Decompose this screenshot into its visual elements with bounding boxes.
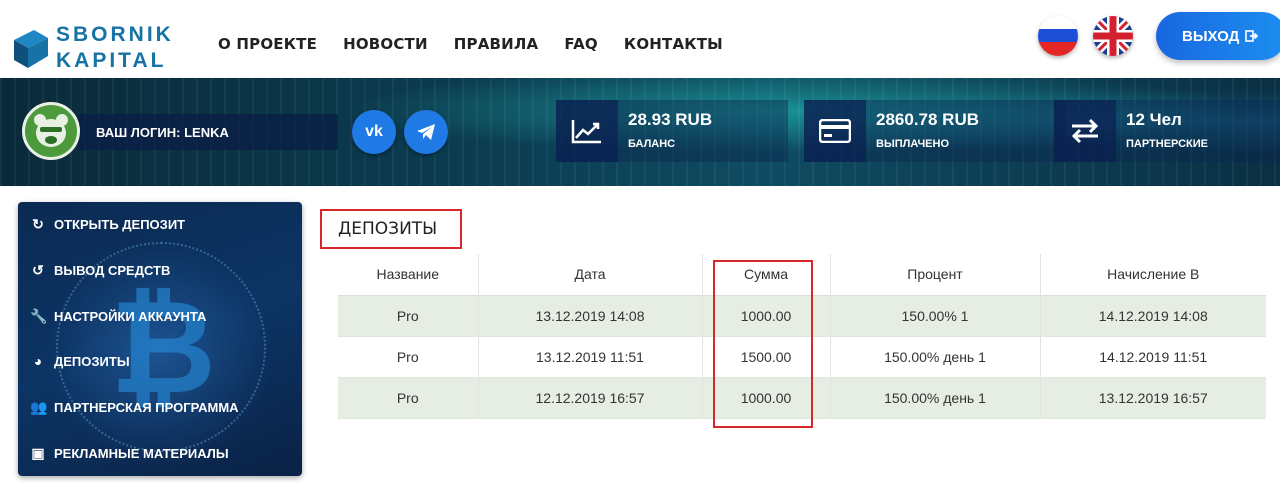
sidebar-item-open-deposit[interactable]: ↻ ОТКРЫТЬ ДЕПОЗИТ (30, 216, 185, 233)
sidebar-item-partner-program[interactable]: 👥 ПАРТНЕРСКАЯ ПРОГРАММА (30, 399, 239, 416)
russia-flag-icon[interactable] (1038, 16, 1078, 56)
cell-date: 13.12.2019 11:51 (478, 336, 703, 377)
paid-label: ВЫПЛАЧЕНО (876, 138, 950, 150)
users-icon: 👥 (30, 399, 48, 415)
wrench-icon: 🔧 (30, 308, 48, 324)
sidebar-item-label: ДЕПОЗИТЫ (54, 353, 130, 369)
chart-line-icon (556, 100, 618, 162)
sidebar-item-label: ОТКРЫТЬ ДЕПОЗИТ (54, 217, 186, 232)
page-title: ДЕПОЗИТЫ (320, 209, 462, 249)
telegram-icon (417, 124, 435, 140)
logo-mark-icon (14, 30, 48, 68)
main-nav: О ПРОЕКТЕ НОВОСТИ ПРАВИЛА FAQ КОНТАКТЫ (218, 35, 749, 53)
cell-amount: 1000.00 (702, 295, 831, 336)
bitcoin-icon: ₿ (110, 271, 216, 423)
nav-rules[interactable]: ПРАВИЛА (454, 35, 539, 53)
logo-text-line2: KAPITAL (56, 49, 167, 72)
cell-percent: 150.00% день 1 (830, 336, 1041, 377)
table-row: Pro 13.12.2019 14:08 1000.00 150.00% 1 1… (338, 295, 1266, 336)
cell-accrual: 13.12.2019 16:57 (1098, 389, 1208, 406)
sidebar-item-label: ПАРТНЕРСКАЯ ПРОГРАММА (54, 400, 239, 415)
sidebar-item-promo-materials[interactable]: ▣ РЕКЛАМНЫЕ МАТЕРИАЛЫ (30, 445, 229, 462)
sidebar-item-label: ВЫВОД СРЕДСТВ (54, 263, 171, 278)
undo-icon: ↺ (32, 262, 44, 278)
partners-stat: 12 Чел ПАРТНЕРСКИЕ (1054, 100, 1280, 162)
site-header: SBORNIK KAPITAL О ПРОЕКТЕ НОВОСТИ ПРАВИЛ… (0, 0, 1280, 78)
balance-stat: 28.93 RUB БАЛАНС (556, 100, 788, 162)
cell-accrual: 14.12.2019 14:08 (1098, 307, 1208, 324)
logout-button[interactable]: ВЫХОД (1156, 12, 1280, 60)
vk-link[interactable]: vk (352, 110, 396, 154)
sidebar-item-label: НАСТРОЙКИ АККАУНТА (54, 309, 207, 324)
sidebar-item-withdraw[interactable]: ↺ ВЫВОД СРЕДСТВ (30, 262, 170, 279)
telegram-link[interactable] (404, 110, 448, 154)
vk-icon: vk (365, 123, 383, 140)
login-text: ВАШ ЛОГИН: LENKA (96, 124, 229, 140)
paid-value: 2860.78 RUB (876, 110, 980, 129)
bear-avatar-icon[interactable] (22, 102, 80, 160)
sidebar-item-deposits[interactable]: ◕ ДЕПОЗИТЫ (30, 353, 130, 369)
balance-label: БАЛАНС (628, 138, 676, 150)
sign-out-icon (1245, 30, 1259, 42)
cell-name: Pro (338, 377, 479, 418)
account-sidebar: ₿ ↻ ОТКРЫТЬ ДЕПОЗИТ ↺ ВЫВОД СРЕДСТВ 🔧 НА… (18, 202, 302, 476)
table-row: Pro 12.12.2019 16:57 1000.00 150.00% ден… (338, 377, 1266, 418)
image-icon: ▣ (31, 445, 45, 461)
column-header-amount: Сумма (702, 254, 831, 295)
sidebar-item-label: РЕКЛАМНЫЕ МАТЕРИАЛЫ (54, 446, 229, 461)
nav-about[interactable]: О ПРОЕКТЕ (218, 35, 317, 53)
pie-chart-icon: ◕ (33, 353, 43, 369)
paid-stat: 2860.78 RUB ВЫПЛАЧЕНО (804, 100, 1066, 162)
site-logo[interactable]: SBORNIK KAPITAL (14, 22, 184, 74)
account-banner: ВАШ ЛОГИН: LENKA vk 28.93 RUB БАЛАНС 286… (0, 78, 1280, 186)
cell-amount: 1000.00 (702, 377, 831, 418)
table-row: Pro 13.12.2019 11:51 1500.00 150.00% ден… (338, 336, 1266, 377)
cell-accrual: 14.12.2019 11:51 (1099, 348, 1208, 365)
table-header-row: Название Дата Сумма Процент Начисление В (338, 254, 1266, 295)
cell-percent: 150.00% 1 (830, 295, 1041, 336)
partners-label: ПАРТНЕРСКИЕ (1126, 138, 1209, 150)
column-header-percent: Процент (830, 254, 1041, 295)
cell-name: Pro (338, 336, 479, 377)
cell-amount: 1500.00 (702, 336, 831, 377)
column-header-date: Дата (478, 254, 703, 295)
logo-text-line1: SBORNIK (56, 23, 174, 46)
logout-label: ВЫХОД (1182, 27, 1240, 45)
exchange-icon (1054, 100, 1116, 162)
cell-name: Pro (338, 295, 479, 336)
sidebar-item-settings[interactable]: 🔧 НАСТРОЙКИ АККАУНТА (30, 308, 206, 325)
login-pill: ВАШ ЛОГИН: LENKA (78, 114, 338, 150)
deposits-table: Название Дата Сумма Процент Начисление В… (338, 254, 1266, 419)
nav-contacts[interactable]: КОНТАКТЫ (624, 35, 723, 53)
refresh-icon: ↻ (32, 216, 44, 232)
credit-card-icon (804, 100, 866, 162)
balance-value: 28.93 RUB (628, 110, 713, 129)
column-header-accrual: Начисление В (1107, 266, 1200, 283)
column-header-name: Название (338, 254, 479, 295)
cell-date: 12.12.2019 16:57 (478, 377, 703, 418)
nav-news[interactable]: НОВОСТИ (343, 35, 428, 53)
nav-faq[interactable]: FAQ (564, 35, 598, 53)
uk-flag-icon[interactable] (1093, 16, 1133, 56)
cell-date: 13.12.2019 14:08 (478, 295, 703, 336)
partners-value: 12 Чел (1126, 110, 1182, 129)
cell-percent: 150.00% день 1 (830, 377, 1041, 418)
